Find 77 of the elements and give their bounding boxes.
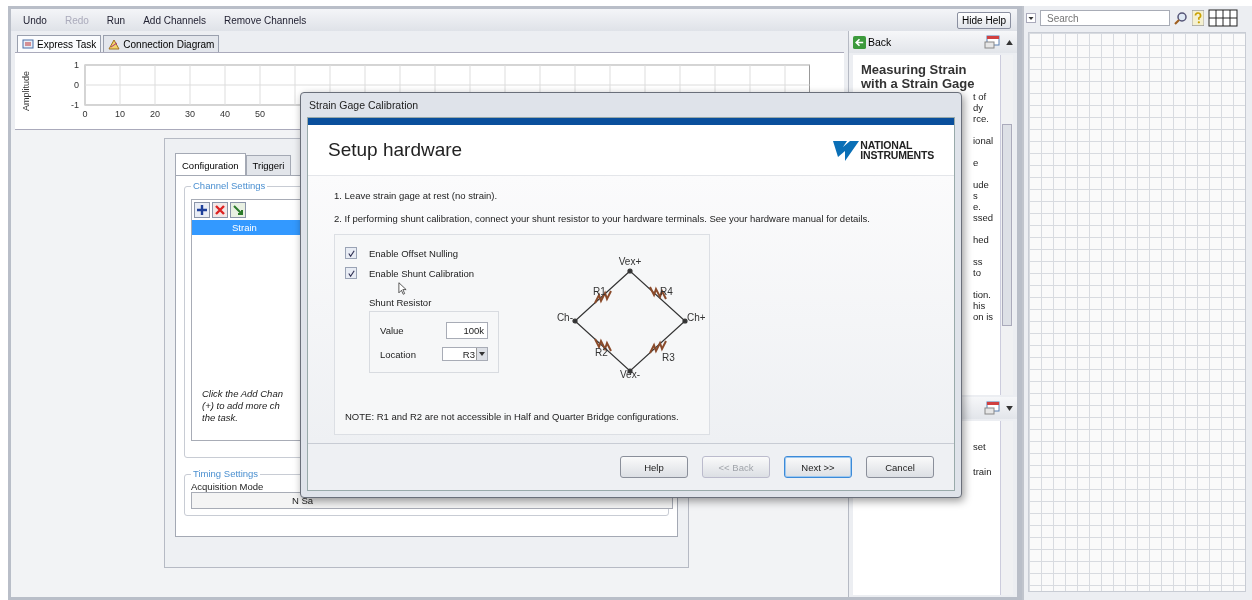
help-text: e xyxy=(973,157,979,168)
node-label: R4 xyxy=(660,286,673,297)
dialog-title: Strain Gage Calibration xyxy=(308,98,420,113)
dialog-button[interactable]: Cancel xyxy=(866,456,934,478)
help-text: t of dy rce. xyxy=(973,91,989,124)
tick-label: 20 xyxy=(150,109,160,119)
logo-text: NATIONAL INSTRUMENTS xyxy=(860,140,934,160)
scrollbar[interactable] xyxy=(1000,55,1013,395)
scrollbar[interactable] xyxy=(1000,421,1013,595)
value-field[interactable]: 100k xyxy=(446,321,488,339)
back-button[interactable]: Back xyxy=(853,35,892,49)
tab[interactable]: Connection Diagram xyxy=(103,35,220,52)
tick-label: 50 xyxy=(255,109,265,119)
tab[interactable]: Express Task xyxy=(17,35,102,52)
node-label: Vex+ xyxy=(618,256,642,267)
axis-label: Amplitude xyxy=(21,71,31,111)
help-text: ss to xyxy=(973,256,983,278)
help-text: set xyxy=(973,441,986,452)
dialog-button[interactable]: Help xyxy=(620,456,688,478)
expand-icon[interactable] xyxy=(1006,405,1013,411)
add-icon[interactable] xyxy=(194,202,210,218)
tick-label: 0 xyxy=(82,109,88,119)
tab[interactable]: Configuration xyxy=(175,153,246,175)
node-label: Vex- xyxy=(620,369,640,380)
help-text: train xyxy=(973,466,992,477)
instruction-text: 1. Leave strain gage at rest (no strain). xyxy=(334,190,499,201)
tab[interactable]: Triggeri xyxy=(245,155,292,175)
arrow-icon[interactable] xyxy=(230,202,246,218)
window-icon[interactable] xyxy=(984,401,1000,415)
checkbox[interactable] xyxy=(345,267,357,279)
node-label: R2 xyxy=(595,347,608,358)
field-label: Location xyxy=(380,348,416,360)
diagram-icon xyxy=(108,38,121,50)
group-title: Channel Settings xyxy=(191,180,268,191)
tick-label: 1 xyxy=(74,60,79,70)
help-title: Measuring Strain with a Strain Gage xyxy=(861,63,976,91)
back-arrow-icon xyxy=(853,35,866,49)
tick-label: 10 xyxy=(115,109,125,119)
hint-text: Click the Add Chan (+) to add more ch the task. xyxy=(202,388,283,424)
tick-label: 30 xyxy=(185,109,195,119)
help-text: ional xyxy=(973,135,994,146)
node-label: Ch+ xyxy=(687,312,705,323)
help-text: ude s e. ssed xyxy=(973,179,994,223)
checkbox-label: Enable Shunt Calibration xyxy=(369,267,475,279)
instruction-text: 2. If performing shunt calibration, connect your shunt resistor to your hardware terminals. See your hardware manual for details. xyxy=(334,213,871,224)
window-icon[interactable] xyxy=(984,35,1000,49)
help-text: tion. his on is xyxy=(973,289,994,322)
dialog-heading: Setup hardware xyxy=(328,139,463,161)
logo-icon xyxy=(833,139,860,161)
delete-icon[interactable] xyxy=(212,202,228,218)
collapse-icon[interactable] xyxy=(1006,39,1013,45)
tick-label: 40 xyxy=(220,109,230,119)
search-field[interactable]: Search xyxy=(1040,10,1170,26)
node-label: Ch- xyxy=(556,312,573,323)
toolbar-button[interactable]: Add Channels xyxy=(135,12,214,28)
group-title: Shunt Resistor xyxy=(369,297,433,308)
cursor-icon xyxy=(398,282,407,295)
field-label: Acquisition Mode xyxy=(191,481,265,492)
search-icon[interactable] xyxy=(1174,11,1188,25)
toolbar-button[interactable]: Remove Channels xyxy=(216,12,315,28)
node-label: R1 xyxy=(593,286,606,297)
checkbox[interactable] xyxy=(345,247,357,259)
node-label: R3 xyxy=(662,352,675,363)
dialog-button[interactable]: Next >> xyxy=(784,456,852,478)
toolbar-button[interactable]: Run xyxy=(98,12,134,28)
help-text: hed xyxy=(973,234,989,245)
checkbox-label: Enable Offset Nulling xyxy=(369,247,459,259)
field-label: Value xyxy=(380,324,404,336)
task-icon xyxy=(22,38,34,50)
tick-label: 0 xyxy=(74,80,79,90)
toolbar-button[interactable]: Undo xyxy=(15,12,55,28)
note-text: NOTE: R1 and R2 are not accessible in Half and Quarter Bridge configurations. xyxy=(345,411,680,422)
location-dropdown[interactable]: R3 xyxy=(442,347,488,361)
tick-label: -1 xyxy=(71,100,79,110)
group-title: Timing Settings xyxy=(191,468,261,479)
grid-icon[interactable] xyxy=(1208,9,1238,27)
hide-help-button[interactable]: Hide Help xyxy=(957,11,1011,29)
